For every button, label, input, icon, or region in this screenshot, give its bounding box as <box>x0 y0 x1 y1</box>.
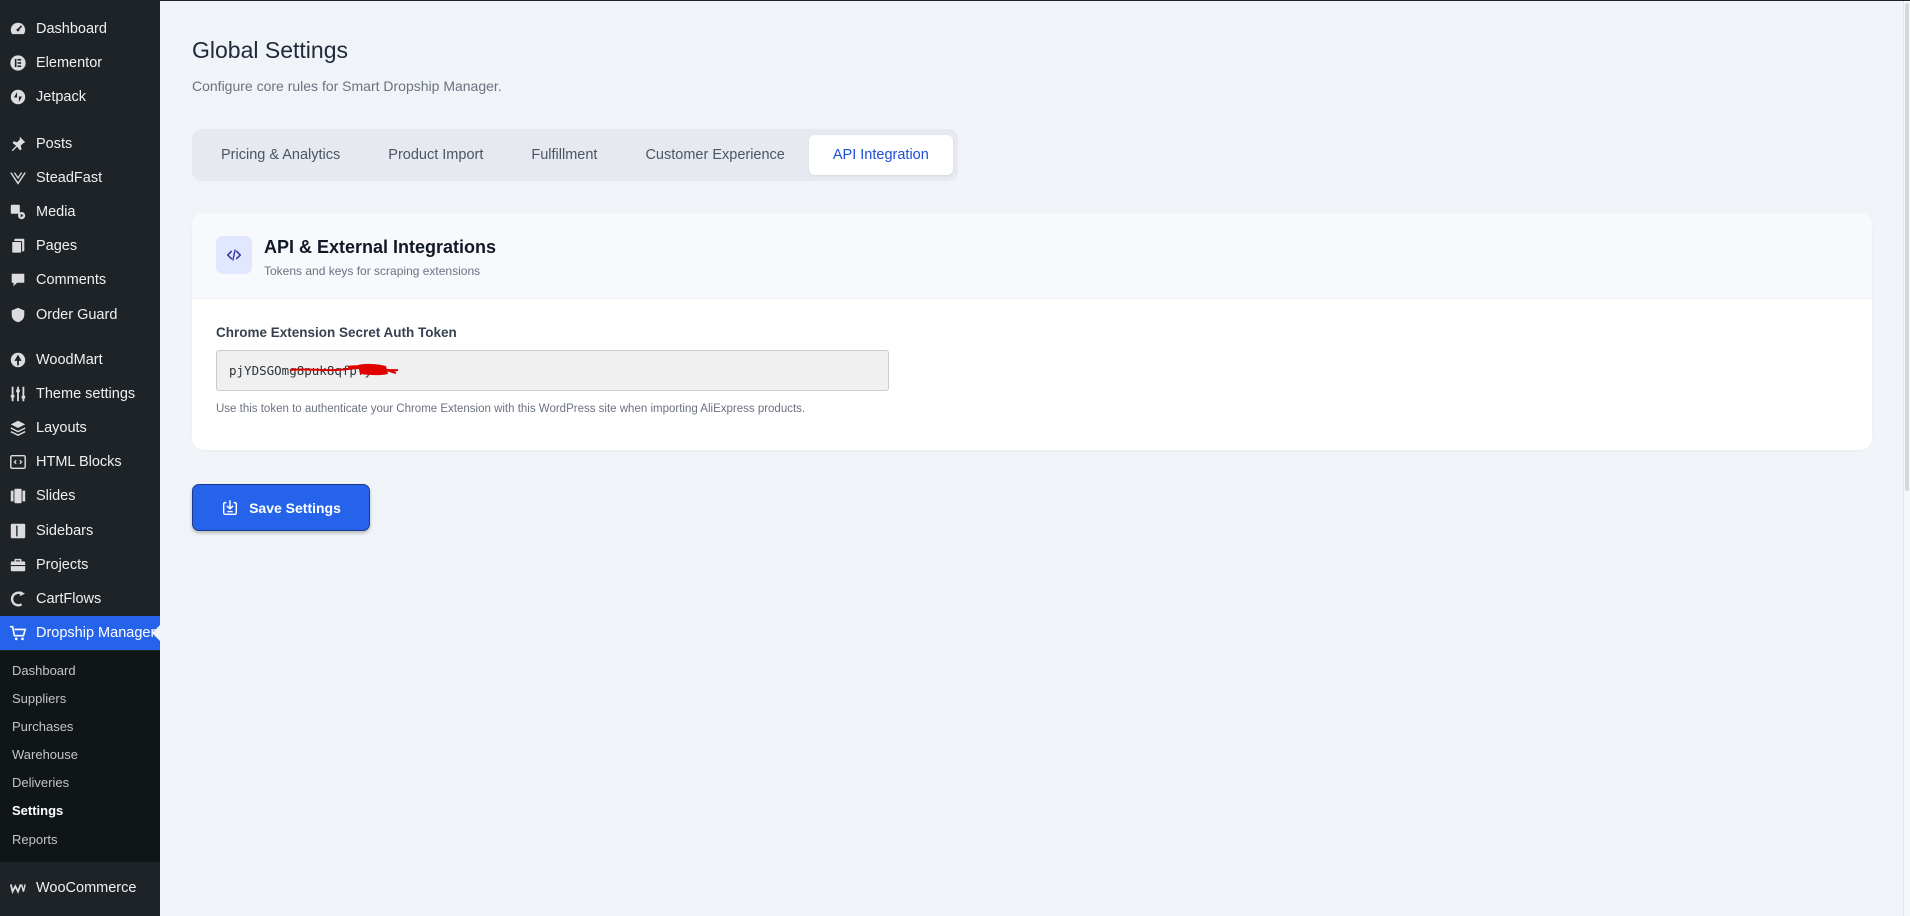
sidebar-item-label: Order Guard <box>36 307 118 323</box>
submenu-item-dashboard[interactable]: Dashboard <box>12 663 76 678</box>
sidebar-item-label: HTML Blocks <box>36 454 122 470</box>
sidebar-item-pages[interactable]: Pages <box>0 229 160 263</box>
sliders-icon <box>8 384 28 404</box>
auth-token-input[interactable] <box>216 350 889 391</box>
sidebar-item-woocommerce[interactable]: WooCommerce <box>0 871 160 905</box>
sidebar-item-label: SteadFast <box>36 170 103 186</box>
submenu-item-suppliers[interactable]: Suppliers <box>12 691 66 706</box>
sidebar-item-label: Elementor <box>36 55 103 71</box>
sidebar-item-html-blocks[interactable]: HTML Blocks <box>0 445 160 479</box>
cart-icon <box>8 623 28 643</box>
sidebar-item-label: Posts <box>36 136 73 152</box>
sidebar-item-label: Layouts <box>36 420 87 436</box>
sidebar-item-label: Sidebars <box>36 523 94 539</box>
sidebar-item-elementor[interactable]: Elementor <box>0 46 160 80</box>
sidebar-item-label: CartFlows <box>36 591 102 607</box>
woocommerce-icon <box>8 878 28 898</box>
card-header: API & External Integrations Tokens and k… <box>192 213 1872 299</box>
sidebar-item-label: Dropship Manager <box>36 625 156 641</box>
sidebar-item-label: WoodMart <box>36 352 103 368</box>
pages-icon <box>8 236 28 256</box>
sidebar-item-dropship-manager[interactable]: Dropship Manager <box>0 616 160 650</box>
comment-icon <box>8 270 28 290</box>
card-title: API & External Integrations <box>264 237 497 257</box>
steadfast-icon <box>8 168 28 188</box>
submenu-item-warehouse[interactable]: Warehouse <box>12 747 78 762</box>
tree-icon <box>8 350 28 370</box>
elementor-icon <box>8 53 28 73</box>
dropship-submenu: Dashboard Suppliers Purchases Warehouse … <box>0 651 160 862</box>
wp-admin-app: Dashboard Elementor Jetpack Posts SteadF <box>0 0 1910 916</box>
tab-api-integration[interactable]: API Integration <box>808 135 953 175</box>
card-description: Tokens and keys for scraping extensions <box>264 264 481 278</box>
scrollbar-thumb[interactable] <box>1905 3 1909 491</box>
sidebar-item-label: Slides <box>36 488 76 504</box>
sidebar-item-slides[interactable]: Slides <box>0 479 160 513</box>
sidebar-item-label: WooCommerce <box>36 880 137 896</box>
sidebar-item-label: Theme settings <box>36 386 136 402</box>
save-download-icon <box>221 499 239 517</box>
save-button-label: Save Settings <box>249 499 341 516</box>
sidebar-item-theme-settings[interactable]: Theme settings <box>0 377 160 411</box>
save-settings-button[interactable]: Save Settings <box>192 484 370 531</box>
media-icon <box>8 202 28 222</box>
sidebar-item-label: Pages <box>36 238 78 254</box>
sidebar-item-cartflows[interactable]: CartFlows <box>0 582 160 616</box>
sidebar-item-media[interactable]: Media <box>0 195 160 229</box>
cartflows-icon <box>8 589 28 609</box>
slides-icon <box>8 486 28 506</box>
tab-fulfillment[interactable]: Fulfillment <box>507 135 621 175</box>
sidebar-item-label: Media <box>36 204 76 220</box>
sidebar-item-jetpack[interactable]: Jetpack <box>0 80 160 114</box>
tab-product-import[interactable]: Product Import <box>364 135 507 175</box>
pin-icon <box>8 134 28 154</box>
sidebar-item-posts[interactable]: Posts <box>0 127 160 161</box>
page-subtitle: Configure core rules for Smart Dropship … <box>192 78 502 94</box>
sidebar-item-layouts[interactable]: Layouts <box>0 411 160 445</box>
layers-icon <box>8 418 28 438</box>
tab-customer-experience[interactable]: Customer Experience <box>621 135 808 175</box>
sidebar-item-comments[interactable]: Comments <box>0 263 160 297</box>
submenu-item-deliveries[interactable]: Deliveries <box>12 775 69 790</box>
code-block-icon <box>8 452 28 472</box>
token-help-text: Use this token to authenticate your Chro… <box>216 403 806 415</box>
sidebar-item-sidebars[interactable]: Sidebars <box>0 514 160 548</box>
admin-sidebar: Dashboard Elementor Jetpack Posts SteadF <box>0 0 160 916</box>
sidebar-item-order-guard[interactable]: Order Guard <box>0 298 160 332</box>
api-integrations-card: API & External Integrations Tokens and k… <box>192 213 1872 450</box>
sidebar-item-label: Dashboard <box>36 21 107 37</box>
token-field-label: Chrome Extension Secret Auth Token <box>216 325 457 340</box>
shield-icon <box>8 305 28 325</box>
sidebar-item-label: Jetpack <box>36 89 86 105</box>
submenu-item-settings[interactable]: Settings <box>12 803 63 818</box>
main-content: Global Settings Configure core rules for… <box>160 0 1910 916</box>
code-icon <box>216 236 252 274</box>
submenu-item-reports[interactable]: Reports <box>12 832 58 847</box>
sidebar-item-label: Comments <box>36 272 107 288</box>
dashboard-icon <box>8 19 28 39</box>
sidebar-panel-icon <box>8 521 28 541</box>
sidebar-item-steadfast[interactable]: SteadFast <box>0 161 160 195</box>
submenu-item-purchases[interactable]: Purchases <box>12 719 73 734</box>
sidebar-item-label: Projects <box>36 557 89 573</box>
sidebar-item-projects[interactable]: Projects <box>0 548 160 582</box>
settings-tabs: Pricing & Analytics Product Import Fulfi… <box>192 129 958 181</box>
sidebar-item-dashboard[interactable]: Dashboard <box>0 12 160 46</box>
page-title: Global Settings <box>192 37 348 63</box>
page-scrollbar[interactable] <box>1903 1 1910 916</box>
briefcase-icon <box>8 555 28 575</box>
sidebar-item-woodmart[interactable]: WoodMart <box>0 343 160 377</box>
tab-pricing-analytics[interactable]: Pricing & Analytics <box>197 135 364 175</box>
jetpack-icon <box>8 87 28 107</box>
